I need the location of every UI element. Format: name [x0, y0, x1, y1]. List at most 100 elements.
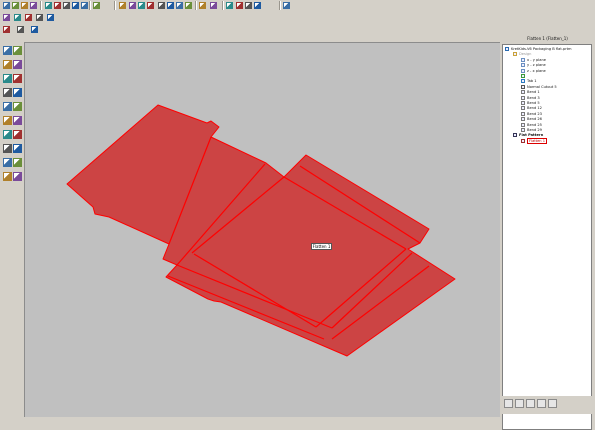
pointer-icon[interactable]: [3, 46, 12, 55]
view-icon[interactable]: [198, 1, 207, 10]
delete-icon[interactable]: [71, 1, 80, 10]
refit-icon: [226, 2, 233, 9]
appearance-icon[interactable]: [184, 1, 193, 10]
zoom-out-icon[interactable]: [244, 1, 253, 10]
tree-item[interactable]: KretKids-V6 Packaging B flat.prtm: [505, 47, 572, 52]
flange-icon: [3, 74, 12, 83]
properties-icon[interactable]: [526, 399, 535, 408]
zoom-out-icon: [245, 2, 252, 9]
tree-item[interactable]: Bend 3: [521, 95, 540, 101]
notch-icon[interactable]: [13, 102, 22, 111]
new-doc-icon: [3, 2, 10, 9]
tree-item[interactable]: Bend 5: [521, 101, 540, 106]
bend-icon[interactable]: [3, 144, 12, 153]
datum-axis-icon[interactable]: [157, 1, 166, 10]
merge-icon: [13, 116, 22, 125]
merge-icon[interactable]: [13, 116, 22, 125]
bend-icon: [521, 128, 525, 132]
toolbar-separator: [114, 1, 116, 10]
save-icon[interactable]: [20, 1, 29, 10]
bend-icon: [3, 144, 12, 153]
flange-icon[interactable]: [3, 74, 12, 83]
hidden-line-icon: [14, 14, 21, 21]
help-icon[interactable]: [282, 1, 291, 10]
datum-plane-icon[interactable]: [146, 1, 155, 10]
repaint-icon[interactable]: [253, 1, 262, 10]
activate-icon[interactable]: [30, 25, 39, 34]
tree-item[interactable]: z - x plane: [521, 68, 546, 74]
sheet-wall-icon[interactable]: [13, 46, 22, 55]
flat-wall-icon[interactable]: [3, 60, 12, 69]
flat-pattern-face[interactable]: [66, 104, 456, 357]
rip-icon: [3, 116, 12, 125]
cut-icon[interactable]: [13, 88, 22, 97]
model-icon[interactable]: [128, 1, 137, 10]
bend-back-icon: [3, 88, 12, 97]
copy-icon[interactable]: [53, 1, 62, 10]
unbend-icon[interactable]: [13, 74, 22, 83]
tree-item[interactable]: Flatten 1: [521, 137, 548, 144]
close-window-icon[interactable]: [16, 25, 25, 34]
cut-icon[interactable]: [44, 1, 53, 10]
datum-point-icon[interactable]: [166, 1, 175, 10]
refit-icon[interactable]: [225, 1, 234, 10]
window-icon[interactable]: [2, 25, 11, 34]
tree-item[interactable]: Bend 26: [521, 117, 542, 122]
paste-icon[interactable]: [62, 1, 71, 10]
window-toolbar: [0, 24, 60, 36]
bend-icon: [521, 117, 525, 122]
spin-center-icon[interactable]: [46, 13, 55, 22]
tree-item[interactable]: Bend 25: [521, 122, 542, 128]
tree-item[interactable]: Bend 1: [521, 90, 540, 95]
tree-item[interactable]: Bend 23: [521, 111, 542, 117]
open-folder-icon[interactable]: [11, 1, 20, 10]
flat-pattern-icon[interactable]: [3, 172, 12, 181]
csys-icon[interactable]: [175, 1, 184, 10]
tree-item[interactable]: Tab 1: [521, 79, 537, 84]
tree-item[interactable]: Design: [513, 52, 531, 57]
tree-item-label: KretKids-V6 Packaging B flat.prtm: [511, 47, 572, 51]
hidden-line-icon[interactable]: [13, 13, 22, 22]
layers-icon[interactable]: [515, 399, 524, 408]
bend-back-icon[interactable]: [3, 88, 12, 97]
form-icon: [13, 130, 22, 139]
tree-item[interactable]: Bend 29: [521, 128, 542, 133]
graphics-window[interactable]: [24, 42, 500, 417]
form-icon[interactable]: [13, 130, 22, 139]
tree-item-label: y - z plane: [527, 63, 546, 68]
edge-bend-icon[interactable]: [13, 144, 22, 153]
conversion-icon[interactable]: [13, 158, 22, 167]
deform-icon[interactable]: [3, 130, 12, 139]
orient-icon[interactable]: [209, 1, 218, 10]
shaded-icon[interactable]: [24, 13, 33, 22]
model-icon: [129, 2, 136, 9]
model-tree-panel: Flatten 1 (Flatten_1) KretKids-V6 Packag…: [500, 36, 595, 430]
rip-icon[interactable]: [3, 116, 12, 125]
tree-item[interactable]: y - z plane: [521, 63, 546, 68]
extend-icon[interactable]: [13, 60, 22, 69]
folder-icon: [513, 52, 517, 57]
model-tree[interactable]: KretKids-V6 Packaging B flat.prtm Design x…: [502, 44, 592, 430]
regen-icon[interactable]: [137, 1, 146, 10]
print-icon[interactable]: [29, 1, 38, 10]
tree-item[interactable]: [521, 74, 527, 79]
punch-icon[interactable]: [3, 102, 12, 111]
feature-label[interactable]: Flatten 1: [311, 243, 332, 250]
bend-icon: [521, 111, 525, 116]
zoom-in-icon[interactable]: [235, 1, 244, 10]
tree-item[interactable]: x - y plane: [521, 57, 546, 63]
select-icon[interactable]: [118, 1, 127, 10]
tree-item[interactable]: Normal Cutout 5: [521, 84, 557, 90]
display-icon[interactable]: [537, 399, 546, 408]
sketch-icon[interactable]: [35, 13, 44, 22]
redo-icon[interactable]: [92, 1, 101, 10]
undo-icon[interactable]: [80, 1, 89, 10]
new-doc-icon[interactable]: [2, 1, 11, 10]
wireframe-icon[interactable]: [2, 13, 11, 22]
corner-relief-icon[interactable]: [3, 158, 12, 167]
settings-icon[interactable]: [548, 399, 557, 408]
datum-plane-icon[interactable]: [13, 172, 22, 181]
flat-pattern-part[interactable]: [25, 43, 501, 418]
feature-tree-icon[interactable]: [504, 399, 513, 408]
tree-item[interactable]: Bend 12: [521, 106, 542, 111]
